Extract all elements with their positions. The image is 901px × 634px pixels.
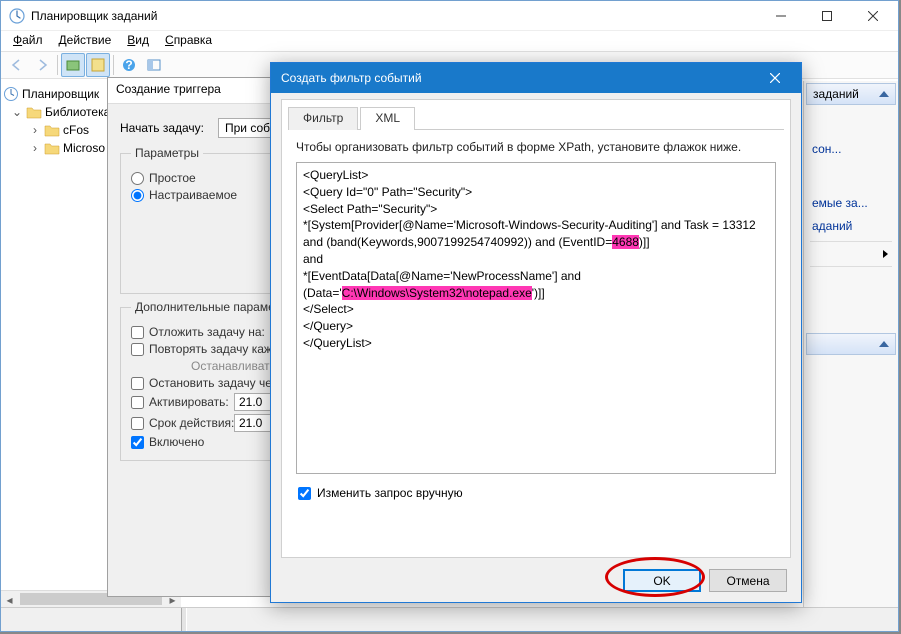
maximize-button[interactable]: [804, 1, 850, 31]
action-link[interactable]: емые за...: [806, 192, 896, 214]
help-button[interactable]: ?: [117, 53, 141, 77]
xml-editor[interactable]: <QueryList> <Query Id="0" Path="Security…: [296, 162, 776, 474]
separator: [810, 266, 892, 267]
back-button[interactable]: [5, 53, 29, 77]
cb-enabled[interactable]: [131, 436, 144, 449]
radio-simple[interactable]: [131, 172, 144, 185]
tab-strip: Фильтр XML: [288, 106, 784, 130]
menu-action[interactable]: Действие: [51, 31, 120, 50]
actions-header-label: заданий: [813, 87, 859, 101]
tool-btn-2[interactable]: [86, 53, 110, 77]
cb-edit-manually[interactable]: [298, 487, 311, 500]
start-task-label: Начать задачу:: [120, 121, 210, 135]
scheduler-icon: [3, 86, 19, 102]
cb-stopon-label: Останавливать: [191, 359, 276, 373]
statusbar-separator: [181, 608, 187, 631]
scroll-left-icon[interactable]: ◂: [1, 591, 18, 607]
cb-postpone[interactable]: [131, 326, 144, 339]
cb-enabled-label: Включено: [149, 435, 204, 449]
folder-icon: [26, 105, 42, 119]
tab-xml[interactable]: XML: [360, 107, 415, 130]
tab-filter[interactable]: Фильтр: [288, 107, 358, 130]
menu-help[interactable]: Справка: [157, 31, 220, 50]
cb-edit-manually-label: Изменить запрос вручную: [317, 486, 463, 500]
action-link-more[interactable]: [806, 246, 896, 262]
action-link[interactable]: сон...: [806, 138, 896, 160]
collapse-icon: [879, 91, 889, 97]
cb-postpone-label: Отложить задачу на:: [149, 325, 265, 339]
collapse-icon: [879, 341, 889, 347]
statusbar: [1, 607, 898, 631]
cb-expire[interactable]: [131, 417, 144, 430]
menubar: Файл Действие Вид Справка: [1, 31, 898, 51]
forward-button[interactable]: [30, 53, 54, 77]
filter-title-text: Создать фильтр событий: [281, 71, 752, 85]
menu-file[interactable]: Файл: [5, 31, 51, 50]
tree-item-label: cFos: [63, 123, 89, 137]
main-title: Планировщик заданий: [31, 9, 758, 23]
tree-library-label: Библиотека: [45, 105, 110, 119]
tool-btn-1[interactable]: [61, 53, 85, 77]
toolbar-separator: [57, 55, 58, 75]
caret-right-icon: ›: [29, 141, 41, 155]
parameters-legend: Параметры: [131, 146, 203, 160]
caret-down-icon: ⌄: [11, 105, 23, 119]
radio-custom[interactable]: [131, 189, 144, 202]
highlight-eventid: 4688: [612, 235, 639, 249]
activate-date[interactable]: [234, 393, 274, 411]
tree-item-label: Microso: [63, 141, 105, 155]
ok-button[interactable]: OK: [623, 569, 701, 592]
cb-repeat[interactable]: [131, 343, 144, 356]
radio-simple-label: Простое: [149, 171, 196, 185]
actions-subheader[interactable]: [806, 333, 896, 355]
filter-dialog: Создать фильтр событий Фильтр XML Чтобы …: [270, 62, 802, 603]
svg-text:?: ?: [125, 58, 132, 72]
caret-right-icon: ›: [29, 123, 41, 137]
toolbar-separator-2: [113, 55, 114, 75]
filter-body: Фильтр XML Чтобы организовать фильтр соб…: [281, 99, 791, 558]
menu-view[interactable]: Вид: [119, 31, 157, 50]
main-titlebar[interactable]: Планировщик заданий: [1, 1, 898, 31]
minimize-button[interactable]: [758, 1, 804, 31]
filter-titlebar[interactable]: Создать фильтр событий: [271, 63, 801, 93]
cb-expire-label: Срок действия:: [149, 416, 229, 430]
close-button[interactable]: [752, 63, 797, 93]
tree-root-label: Планировщик: [22, 87, 99, 101]
actions-header[interactable]: заданий: [806, 83, 896, 105]
cb-stopafter[interactable]: [131, 377, 144, 390]
chevron-right-icon: [883, 250, 888, 258]
scheduler-icon: [9, 8, 25, 24]
folder-icon: [44, 141, 60, 155]
highlight-path: C:\Windows\System32\notepad.exe: [342, 286, 532, 300]
filter-description: Чтобы организовать фильтр событий в форм…: [282, 130, 790, 162]
actions-panel: заданий сон... емые за... аданий: [803, 81, 898, 607]
radio-custom-label: Настраиваемое: [149, 188, 237, 202]
tool-btn-3[interactable]: [142, 53, 166, 77]
cb-activate[interactable]: [131, 396, 144, 409]
cb-activate-label: Активировать:: [149, 395, 229, 409]
close-button[interactable]: [850, 1, 896, 31]
cancel-button[interactable]: Отмена: [709, 569, 787, 592]
expire-date[interactable]: [234, 414, 274, 432]
folder-icon: [44, 123, 60, 137]
separator: [810, 241, 892, 242]
action-link[interactable]: аданий: [806, 215, 896, 237]
